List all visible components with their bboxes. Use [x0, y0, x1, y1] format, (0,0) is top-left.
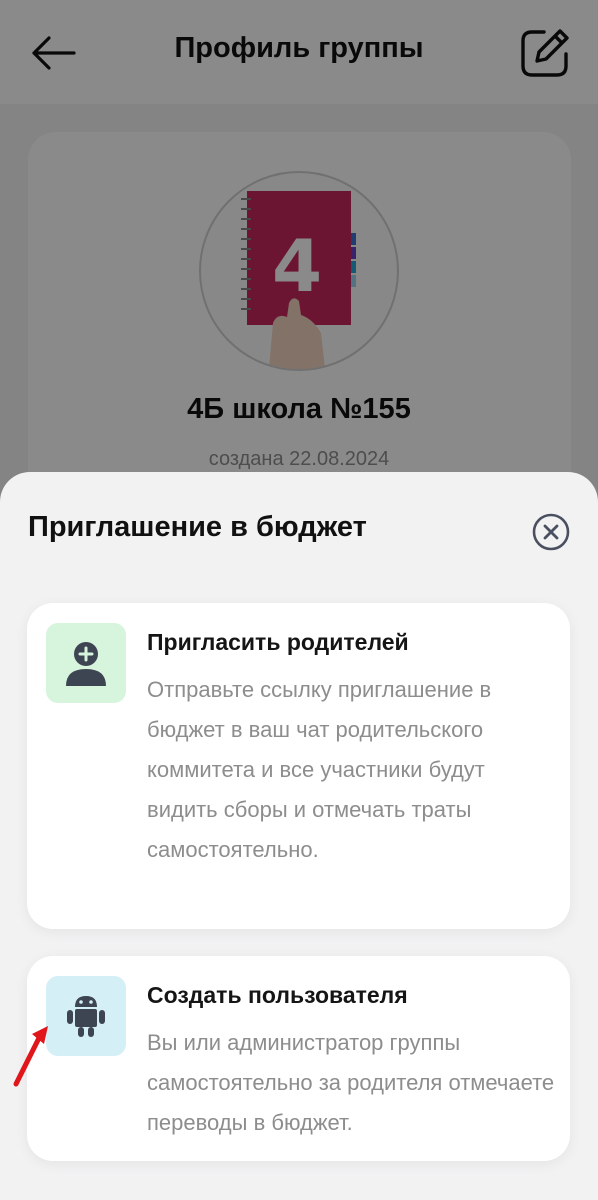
- close-button[interactable]: [531, 512, 571, 552]
- close-icon: [532, 513, 570, 551]
- invite-parents-option[interactable]: Пригласить родителей Отправьте ссылку пр…: [27, 603, 570, 929]
- sheet-title: Приглашение в бюджет: [28, 511, 367, 543]
- annotation-arrow-icon: [13, 1026, 48, 1087]
- option-description: Отправьте ссылку приглашение в бюджет в …: [147, 677, 492, 862]
- invite-bottom-sheet: Приглашение в бюджет Пригласить родителе…: [0, 472, 598, 1200]
- create-user-option[interactable]: Создать пользователя Вы или администрато…: [27, 956, 570, 1161]
- add-user-icon: [46, 623, 126, 703]
- option-title: Пригласить родителей: [147, 629, 409, 655]
- robot-icon: [46, 976, 126, 1056]
- option-description: Вы или администратор группы самостоятель…: [147, 1030, 555, 1135]
- option-title: Создать пользователя: [147, 982, 408, 1008]
